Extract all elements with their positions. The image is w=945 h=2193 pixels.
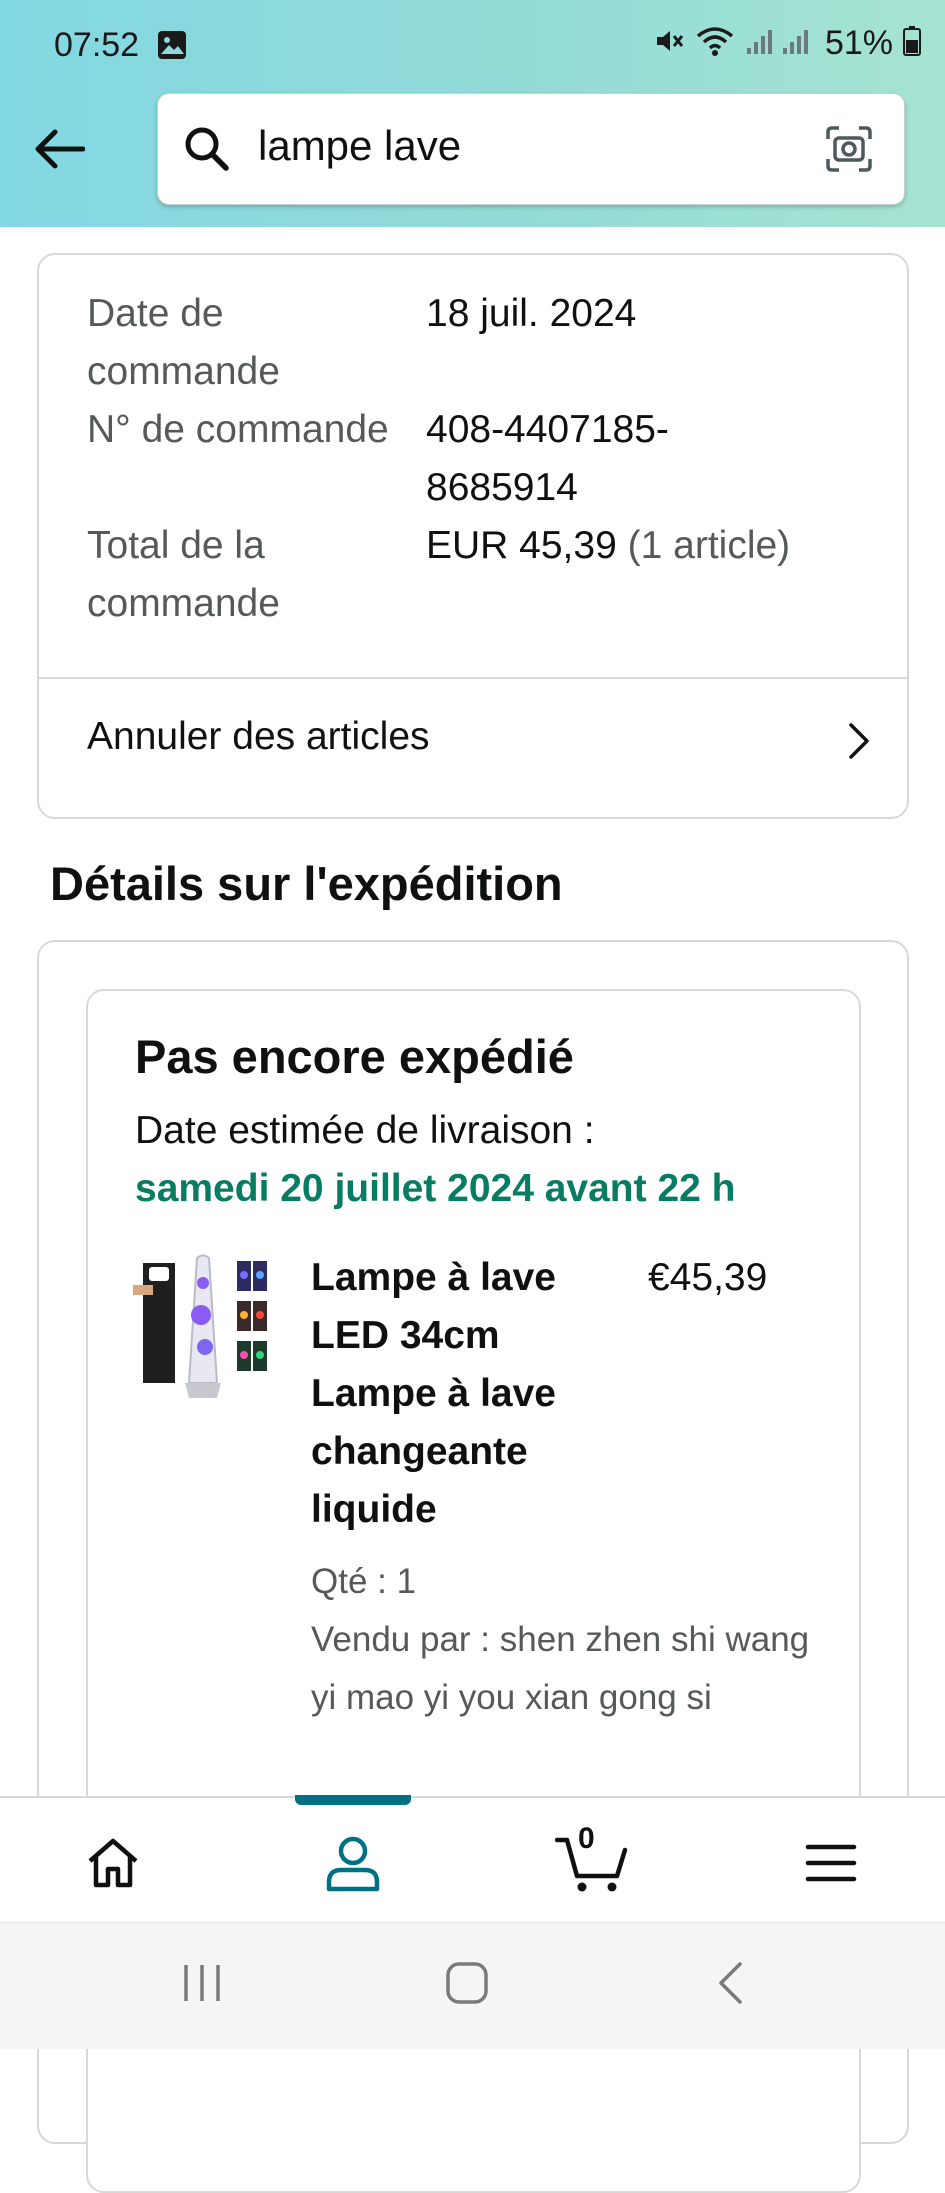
mute-icon bbox=[653, 25, 685, 62]
gallery-icon bbox=[157, 30, 187, 65]
signal-icon bbox=[745, 26, 815, 61]
chevron-right-icon[interactable] bbox=[847, 722, 871, 765]
camera-icon[interactable] bbox=[824, 124, 874, 179]
order-number-label: N° de commande bbox=[87, 408, 389, 451]
product-seller: Vendu par : shen zhen shi wang yi mao yi… bbox=[311, 1620, 810, 1717]
home-icon[interactable] bbox=[78, 1830, 148, 1896]
status-icons: 51% bbox=[653, 24, 921, 63]
product-image[interactable] bbox=[133, 1253, 273, 1403]
status-bar: 07:52 51% bbox=[0, 0, 945, 92]
cancel-items-link[interactable]: Annuler des articles bbox=[87, 715, 430, 759]
status-time: 07:52 bbox=[54, 26, 140, 64]
system-nav-bar bbox=[0, 1922, 945, 2049]
cart-icon[interactable]: 0 bbox=[553, 1822, 633, 1896]
account-icon[interactable] bbox=[318, 1830, 388, 1896]
search-input[interactable]: lampe lave bbox=[157, 93, 905, 205]
order-date-label: Date de commande bbox=[87, 292, 280, 393]
battery-icon bbox=[903, 26, 921, 61]
order-summary-card: Date de commande 18 juil. 2024 N° de com… bbox=[37, 253, 909, 819]
battery-percent: 51% bbox=[824, 24, 893, 62]
home-button-icon[interactable] bbox=[445, 1961, 489, 2010]
order-total-amount: EUR 45,39 bbox=[426, 524, 617, 567]
delivery-estimate-label: Date estimée de livraison : bbox=[135, 1109, 595, 1152]
product-quantity: Qté : 1 bbox=[311, 1562, 417, 1601]
back-arrow-icon[interactable] bbox=[28, 118, 90, 180]
delivery-estimate-date: samedi 20 juillet 2024 avant 22 h bbox=[135, 1167, 736, 1210]
shipment-status: Pas encore expédié bbox=[135, 1030, 574, 1083]
product-price: €45,39 bbox=[648, 1256, 768, 1299]
wifi-icon bbox=[695, 25, 735, 62]
product-title[interactable]: Lampe à lave LED 34cm Lampe à lave chang… bbox=[311, 1249, 611, 1539]
active-tab-indicator bbox=[295, 1795, 411, 1805]
order-total-value: EUR 45,39 (1 article) bbox=[426, 517, 866, 575]
order-total-count: (1 article) bbox=[627, 524, 791, 567]
system-back-icon[interactable] bbox=[715, 1961, 745, 2010]
search-icon bbox=[182, 124, 230, 177]
order-date-value: 18 juil. 2024 bbox=[426, 292, 637, 335]
search-query[interactable]: lampe lave bbox=[258, 122, 461, 170]
bottom-nav-bar: 0 bbox=[0, 1795, 945, 1924]
menu-icon[interactable] bbox=[796, 1830, 866, 1896]
order-number-value: 408-4407185-8685914 bbox=[426, 408, 669, 509]
recent-apps-icon[interactable] bbox=[180, 1961, 224, 2010]
cart-count: 0 bbox=[578, 1822, 595, 1855]
app-header: 07:52 51% lampe lave bbox=[0, 0, 945, 227]
order-total-label: Total de la commande bbox=[87, 524, 280, 625]
shipping-details-title: Détails sur l'expédition bbox=[50, 857, 563, 910]
divider bbox=[39, 677, 907, 679]
